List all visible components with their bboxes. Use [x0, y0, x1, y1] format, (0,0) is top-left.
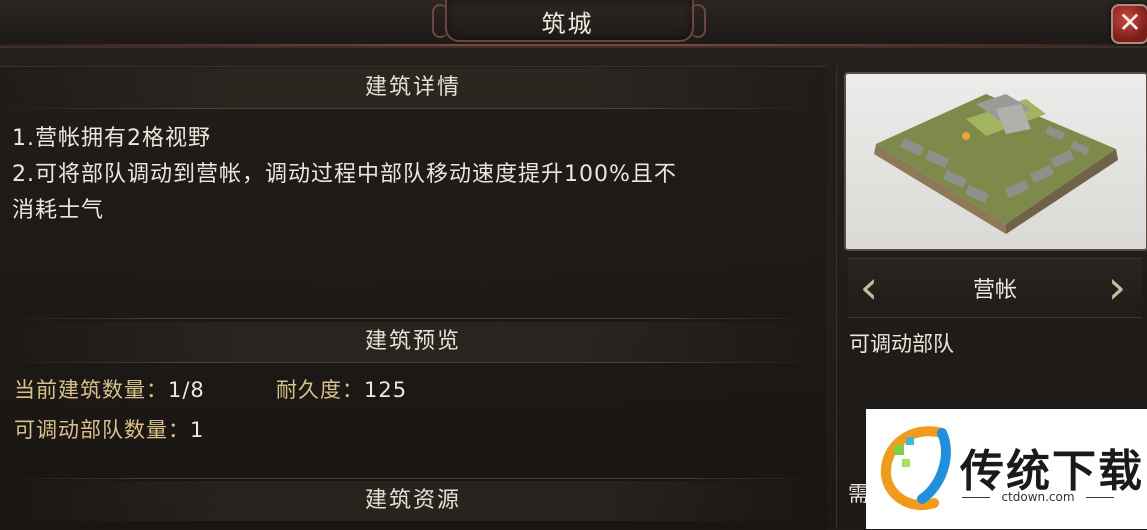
- watermark-rule-right: [1086, 497, 1114, 498]
- preview-heading: 建筑预览: [0, 322, 826, 362]
- building-count-stat: 当前建筑数量：1/8: [14, 374, 205, 404]
- header-divider: [0, 44, 1147, 46]
- detail-line-1: 1.营帐拥有2格视野: [12, 126, 211, 151]
- watermark-logo-icon: [880, 426, 951, 510]
- details-heading: 建筑详情: [0, 68, 826, 108]
- resources-heading: 建筑资源: [0, 481, 826, 521]
- durability-value: 125: [364, 378, 408, 402]
- deployable-stat: 可调动部队数量：1: [14, 414, 204, 444]
- title-ornament-right: [690, 4, 706, 38]
- preview-top-divider: [0, 318, 826, 319]
- deployable-label: 可调动部队数量：: [14, 418, 190, 442]
- detail-line-2: 2.可将部队调动到营帐，调动过程中部队移动速度提升100%且不: [12, 162, 677, 187]
- resources-top-divider: [0, 478, 826, 479]
- details-divider: [0, 108, 826, 109]
- building-preview-image: [844, 72, 1147, 251]
- building-description: 可调动部队: [849, 332, 954, 356]
- close-button[interactable]: ✕: [1111, 4, 1147, 44]
- durability-label: 耐久度：: [276, 378, 364, 402]
- building-count-label: 当前建筑数量：: [14, 378, 168, 402]
- building-count-value: 1/8: [168, 378, 205, 402]
- building-name: 营帐: [972, 278, 1017, 303]
- camp-illustration: [874, 94, 1118, 234]
- durability-stat: 耐久度：125: [276, 374, 407, 404]
- detail-line-3: 消耗士气: [12, 198, 105, 223]
- close-icon: ✕: [1118, 6, 1142, 39]
- deployable-value: 1: [190, 418, 205, 442]
- preview-divider: [0, 362, 826, 363]
- window-title: 筑城: [541, 10, 594, 38]
